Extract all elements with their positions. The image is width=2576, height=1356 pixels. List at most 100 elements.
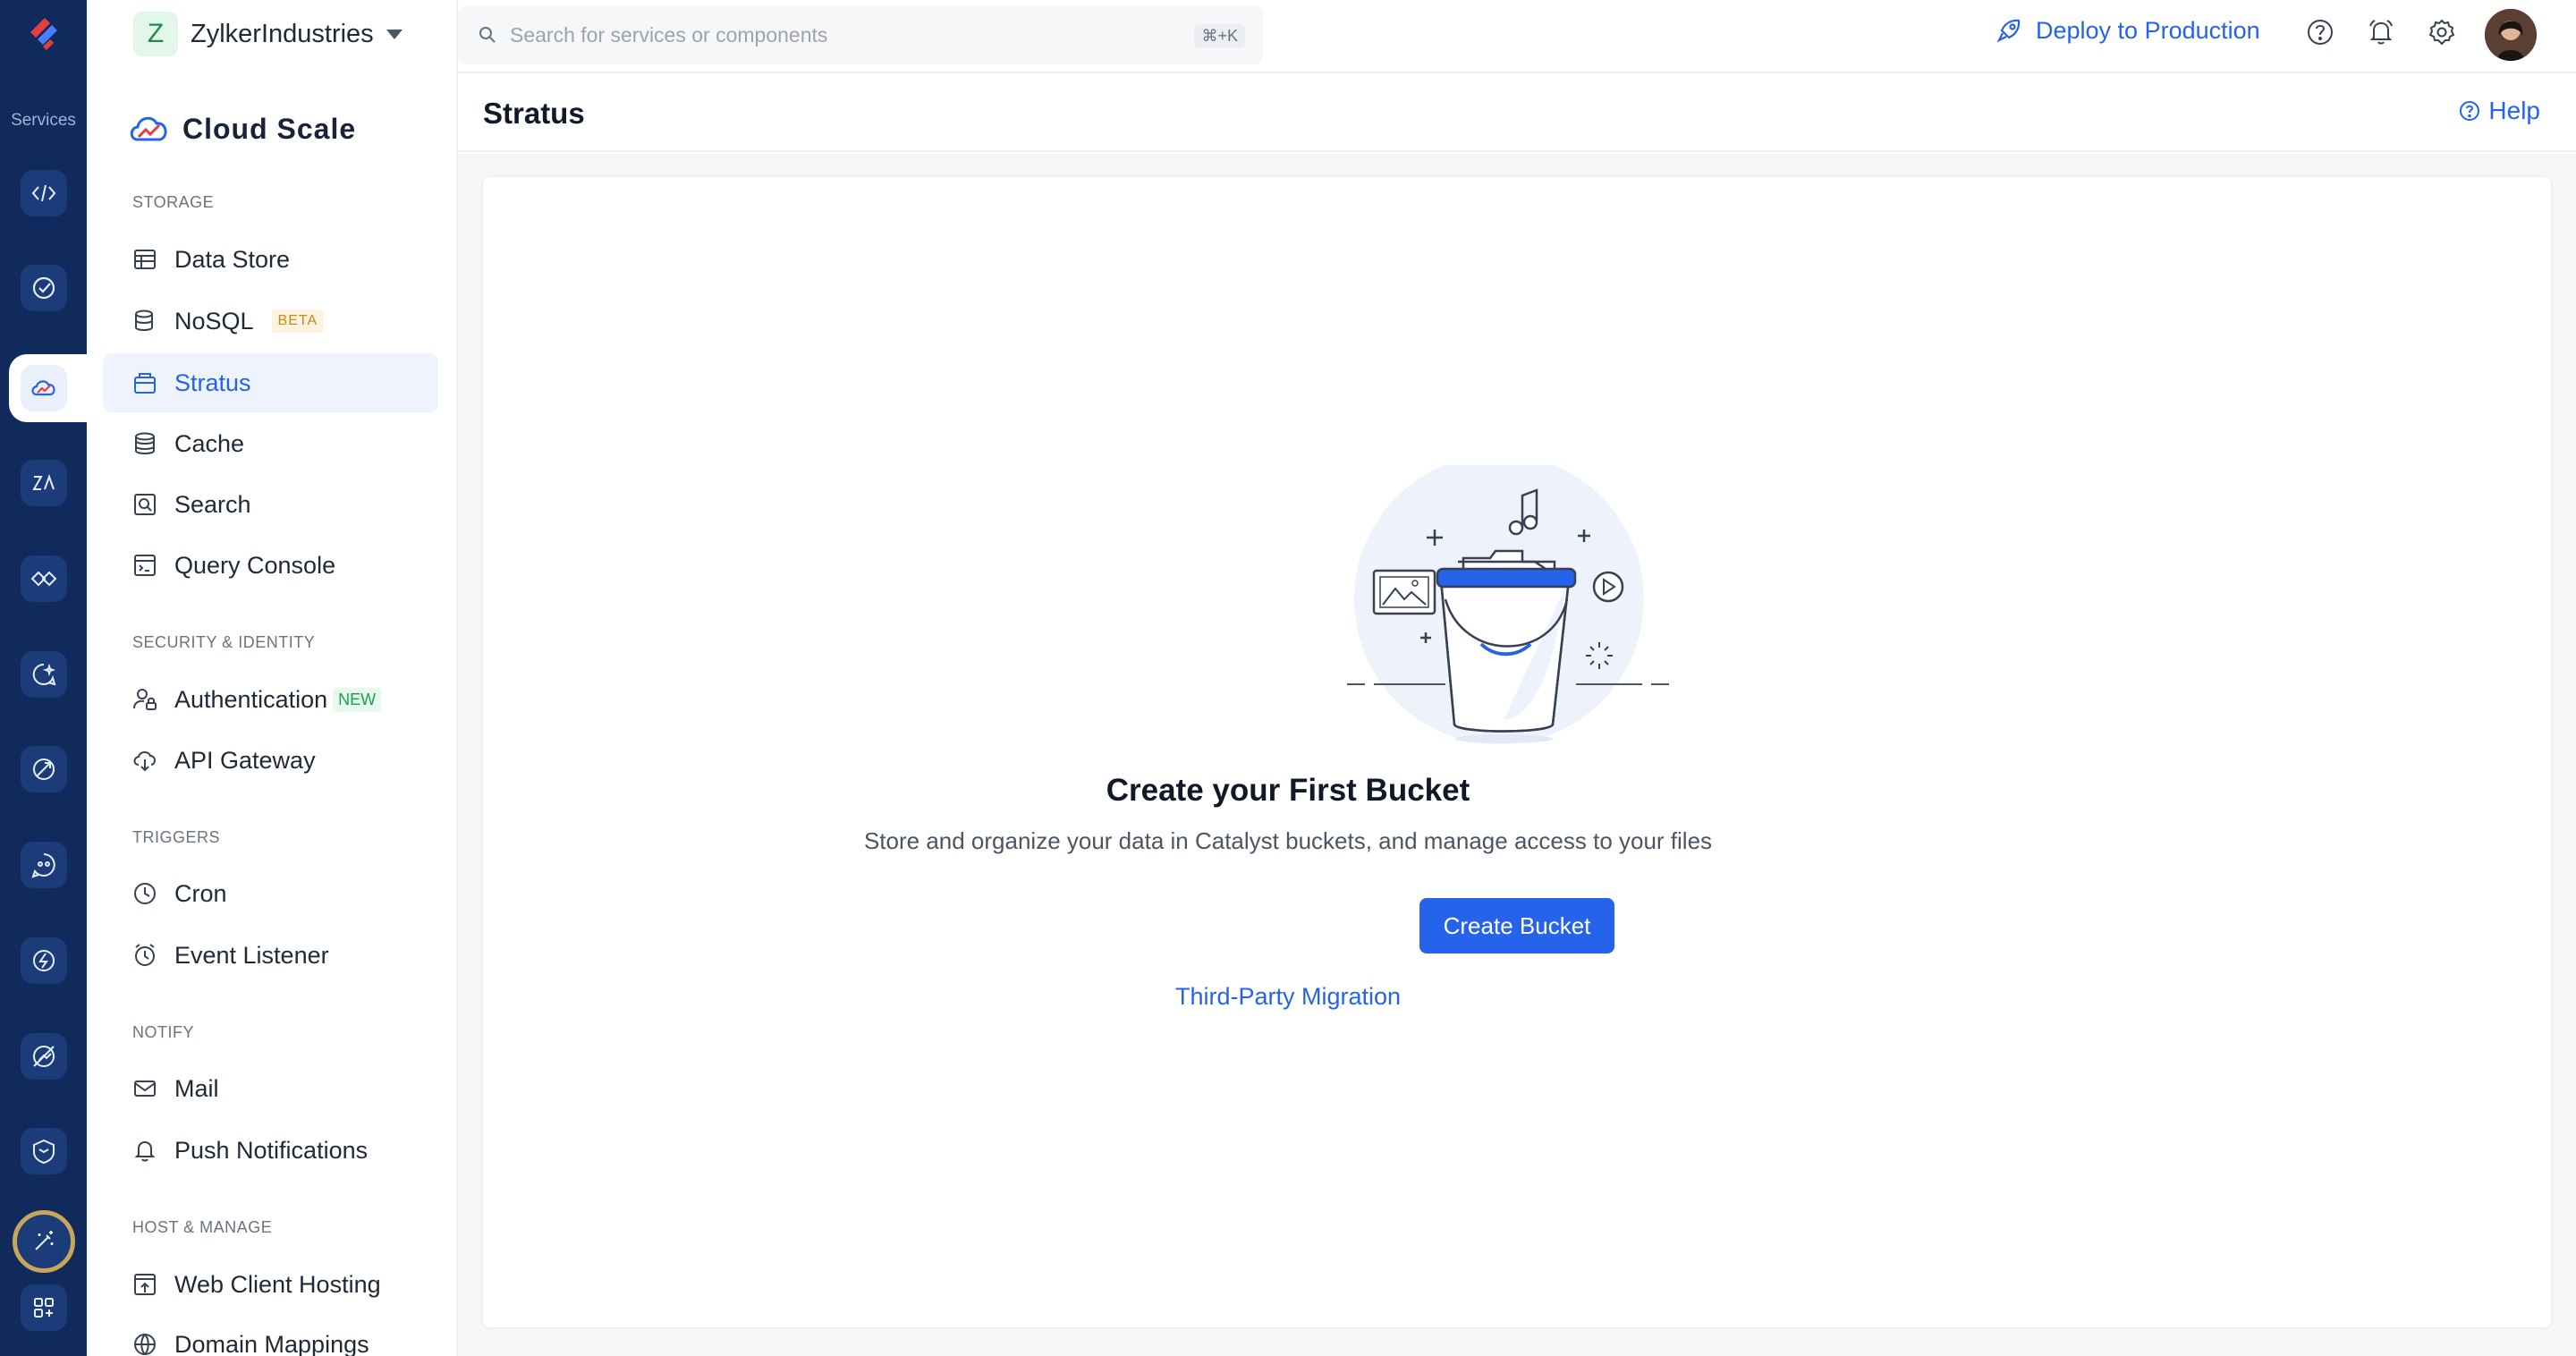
clock-icon [134,883,156,904]
rail-check-button[interactable] [21,265,67,311]
search-icon [479,27,496,43]
sidebar-item-cache[interactable]: Cache [103,414,438,473]
check-circle-icon [32,276,55,300]
sidebar-item-web-client-hosting[interactable]: Web Client Hosting [103,1255,438,1314]
zia-icon [32,474,55,490]
sidebar-item-search[interactable]: Search [103,475,438,534]
rail-circuit-button[interactable] [21,937,67,984]
sidebar-item-push-notifications[interactable]: Push Notifications [103,1121,438,1180]
sidebar-item-label: Event Listener [174,941,329,969]
upload-window-icon [134,1274,156,1295]
rail-magic-button[interactable] [13,1210,75,1273]
user-avatar[interactable] [2485,9,2537,61]
cache-icon [135,432,155,454]
search-input[interactable] [510,22,1172,47]
global-search[interactable]: ⌘+K [458,5,1263,64]
sidebar-item-mail[interactable]: Mail [103,1059,438,1118]
sidebar-item-label: Mail [174,1074,219,1102]
search-box-icon [134,494,156,515]
section-title-security: SECURITY & IDENTITY [132,633,316,651]
sidebar-item-domain-mappings[interactable]: Domain Mappings [103,1315,438,1356]
sidebar-item-label: Cron [174,879,227,907]
help-label: Help [2488,97,2540,124]
help-circle-button[interactable] [2304,16,2336,48]
rail-devops-button[interactable] [21,1033,67,1080]
rail-zia-button[interactable] [21,460,67,506]
empty-state-description: Store and organize your data in Catalyst… [863,827,1713,854]
sidebar-item-label: Cache [174,429,245,457]
sidebar-item-label: NoSQL [174,307,254,335]
help-circle-icon [2460,101,2480,121]
sidebar-item-label: Domain Mappings [174,1330,369,1356]
code-icon [31,184,56,202]
empty-state-card [481,175,2553,1329]
globe-icon [134,1334,156,1356]
rail-ai-button[interactable] [21,651,67,698]
org-name: ZylkerIndustries [191,19,374,48]
database-icon [135,309,153,331]
sidebar: Z ZylkerIndustries Cloud Scale STORAGE D… [87,0,458,1356]
sidebar-item-data-store[interactable]: Data Store [103,230,438,289]
bell-icon [2369,20,2393,45]
search-shortcut: ⌘+K [1194,24,1245,48]
table-icon [134,250,156,269]
gateway-icon [133,751,156,772]
cloud-scale-logo-icon [130,116,167,141]
caret-down-icon [386,29,402,39]
org-avatar: Z [133,12,178,56]
deploy-label: Deploy to Production [2036,16,2260,44]
rail-cloud-scale-button[interactable] [21,365,67,411]
circuit-icon [33,950,55,971]
security-icon [33,1139,55,1165]
user-photo-icon [2485,9,2537,61]
help-circle-icon [2308,20,2333,45]
services-label: Services [11,111,76,130]
section-title-storage: STORAGE [132,193,215,211]
bell-icon [134,1140,156,1162]
sidebar-item-authentication[interactable]: Authentication NEW [103,670,438,729]
user-lock-icon [133,689,157,710]
notifications-button[interactable] [2365,16,2397,48]
sidebar-item-label: Data Store [174,245,291,273]
cloud-scale-icon [31,380,55,396]
help-link[interactable]: Help [2458,97,2540,125]
rail-apps-button[interactable] [21,1284,67,1331]
create-bucket-button[interactable]: Create Bucket [1419,898,1614,953]
top-bar: ⌘+K Deploy to Production [458,0,2576,73]
gear-icon [2428,19,2455,46]
rocket-icon [1996,19,2021,43]
deploy-to-production-button[interactable]: Deploy to Production [1995,16,2260,45]
settings-button[interactable] [2426,16,2458,48]
ai-icon [32,663,56,686]
section-title-host-manage: HOST & MANAGE [132,1218,273,1236]
page-title: Stratus [483,97,585,130]
sidebar-item-stratus[interactable]: Stratus [103,353,438,412]
sidebar-item-label: Stratus [174,369,251,396]
sidebar-item-nosql[interactable]: NoSQL BETA [103,292,438,351]
rail-code-button[interactable] [21,170,67,216]
section-title-notify: NOTIFY [132,1023,194,1041]
integration-icon [30,571,57,587]
product-header: Cloud Scale [125,104,356,154]
sidebar-item-label: API Gateway [174,746,316,774]
catalyst-logo[interactable] [23,13,64,54]
empty-state-title: Create your First Bucket [1106,773,1470,808]
sidebar-item-label: Query Console [174,551,336,579]
rail-security-button[interactable] [21,1128,67,1174]
sidebar-item-query-console[interactable]: Query Console [103,536,438,595]
third-party-migration-link[interactable]: Third-Party Migration [0,983,2576,1011]
rail-active-tab [9,354,87,422]
apps-grid-icon [34,1298,54,1318]
sidebar-item-label: Authentication [174,685,328,713]
sidebar-item-label: Push Notifications [174,1136,369,1164]
product-name: Cloud Scale [182,112,357,145]
page-header: Stratus Help [458,75,2576,152]
sidebar-item-cron[interactable]: Cron [103,864,438,923]
org-switcher[interactable]: Z ZylkerIndustries [133,9,402,59]
bucket-illustration [1347,465,1669,744]
devops-icon [33,1046,55,1067]
sidebar-item-event-listener[interactable]: Event Listener [103,926,438,985]
rail-integration-button[interactable] [21,555,67,602]
bucket-icon [134,373,156,394]
magic-wand-icon [35,1231,54,1250]
